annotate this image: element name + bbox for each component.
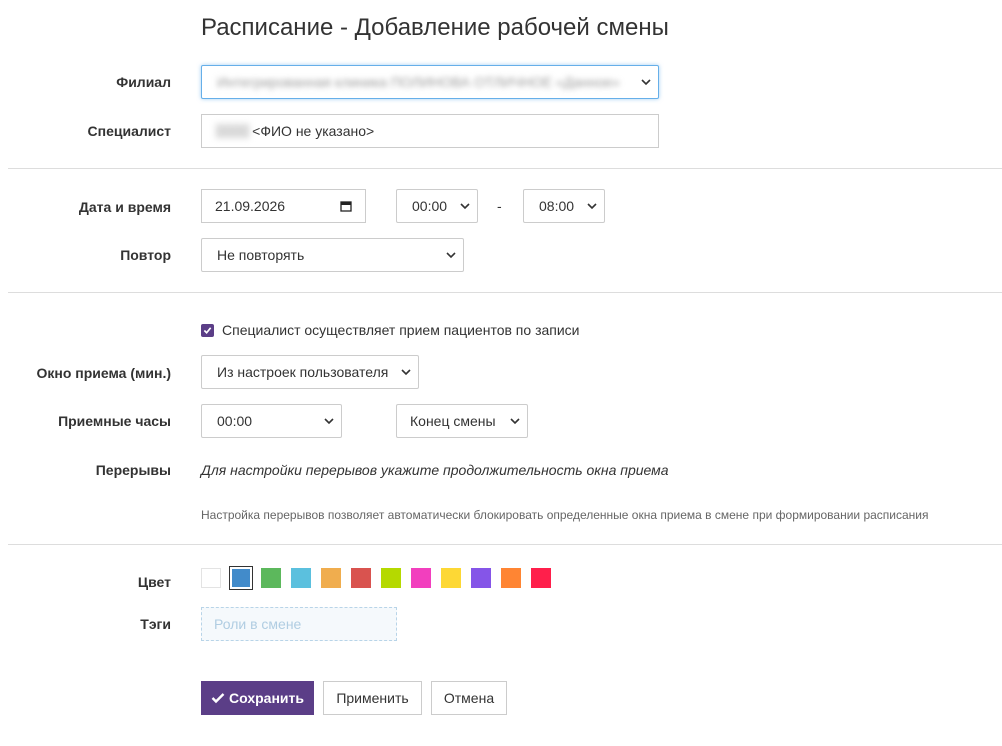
- specialist-code: 0000: [215, 123, 251, 139]
- chevron-down-icon: [446, 252, 456, 259]
- chevron-down-icon: [460, 203, 470, 210]
- end-time-value: 08:00: [539, 198, 575, 214]
- save-button-label: Сохранить: [229, 690, 304, 706]
- branch-label: Филиал: [116, 74, 171, 90]
- accepts-patients-row: Специалист осуществляет прием пациентов …: [201, 322, 580, 338]
- repeat-label: Повтор: [120, 247, 171, 263]
- color-label: Цвет: [137, 574, 171, 590]
- chevron-down-icon: [510, 418, 520, 425]
- branch-select-value: Интегрированная клиника ПОЛИНОВА ОТЛИЧНО…: [217, 74, 620, 90]
- cancel-button-label: Отмена: [443, 690, 495, 706]
- hours-end-value: Конец смены: [410, 413, 496, 429]
- checkmark-icon: [211, 693, 225, 704]
- time-separator: -: [497, 198, 502, 214]
- color-swatch[interactable]: [411, 568, 431, 588]
- color-swatch[interactable]: [441, 568, 461, 588]
- chevron-down-icon: [641, 79, 651, 86]
- repeat-select[interactable]: Не повторять: [201, 238, 464, 272]
- cancel-button[interactable]: Отмена: [431, 681, 507, 715]
- checkmark-icon: [203, 326, 212, 334]
- color-picker: [201, 566, 561, 590]
- accepts-patients-checkbox[interactable]: [201, 323, 214, 337]
- tags-label: Тэги: [140, 616, 171, 632]
- specialist-label: Специалист: [87, 123, 172, 139]
- chevron-down-icon: [324, 418, 334, 425]
- breaks-label: Перерывы: [95, 462, 171, 478]
- divider: [8, 544, 1002, 545]
- color-swatch[interactable]: [261, 568, 281, 588]
- tags-input[interactable]: Роли в смене: [201, 607, 397, 641]
- specialist-name: <ФИО не указано>: [252, 123, 375, 139]
- color-swatch[interactable]: [501, 568, 521, 588]
- start-time-value: 00:00: [412, 198, 448, 214]
- accepts-patients-label: Специалист осуществляет прием пациентов …: [222, 322, 580, 338]
- color-swatch[interactable]: [321, 568, 341, 588]
- color-swatch[interactable]: [291, 568, 311, 588]
- window-select[interactable]: Из настроек пользователя: [201, 355, 419, 389]
- chevron-down-icon: [401, 369, 411, 376]
- apply-button-label: Применить: [336, 690, 409, 706]
- color-swatch[interactable]: [229, 566, 253, 590]
- specialist-field[interactable]: 0000 <ФИО не указано>: [201, 114, 659, 148]
- tags-placeholder: Роли в смене: [214, 616, 302, 632]
- chevron-down-icon: [587, 203, 597, 210]
- window-label: Окно приема (мин.): [36, 365, 172, 381]
- color-swatch[interactable]: [471, 568, 491, 588]
- start-time-select[interactable]: 00:00: [396, 189, 478, 223]
- apply-button[interactable]: Применить: [323, 681, 422, 715]
- repeat-value: Не повторять: [217, 247, 305, 263]
- divider: [8, 168, 1002, 169]
- hours-start-value: 00:00: [217, 413, 253, 429]
- date-value: 21.09.2026: [215, 198, 286, 214]
- hours-start-select[interactable]: 00:00: [201, 404, 342, 438]
- end-time-select[interactable]: 08:00: [523, 189, 605, 223]
- color-swatch[interactable]: [351, 568, 371, 588]
- branch-select[interactable]: Интегрированная клиника ПОЛИНОВА ОТЛИЧНО…: [201, 65, 659, 99]
- divider: [8, 292, 1002, 293]
- save-button[interactable]: Сохранить: [201, 681, 314, 715]
- datetime-label: Дата и время: [78, 199, 171, 215]
- hours-label: Приемные часы: [58, 413, 171, 429]
- window-value: Из настроек пользователя: [217, 364, 389, 380]
- hours-end-select[interactable]: Конец смены: [396, 404, 528, 438]
- breaks-note: Настройка перерывов позволяет автоматиче…: [201, 508, 929, 522]
- calendar-icon[interactable]: [340, 200, 352, 212]
- color-swatch[interactable]: [201, 568, 221, 588]
- color-swatch[interactable]: [531, 568, 551, 588]
- breaks-hint: Для настройки перерывов укажите продолжи…: [201, 462, 669, 478]
- color-swatch[interactable]: [381, 568, 401, 588]
- date-input[interactable]: 21.09.2026: [201, 189, 366, 223]
- page-title: Расписание - Добавление рабочей смены: [201, 14, 669, 41]
